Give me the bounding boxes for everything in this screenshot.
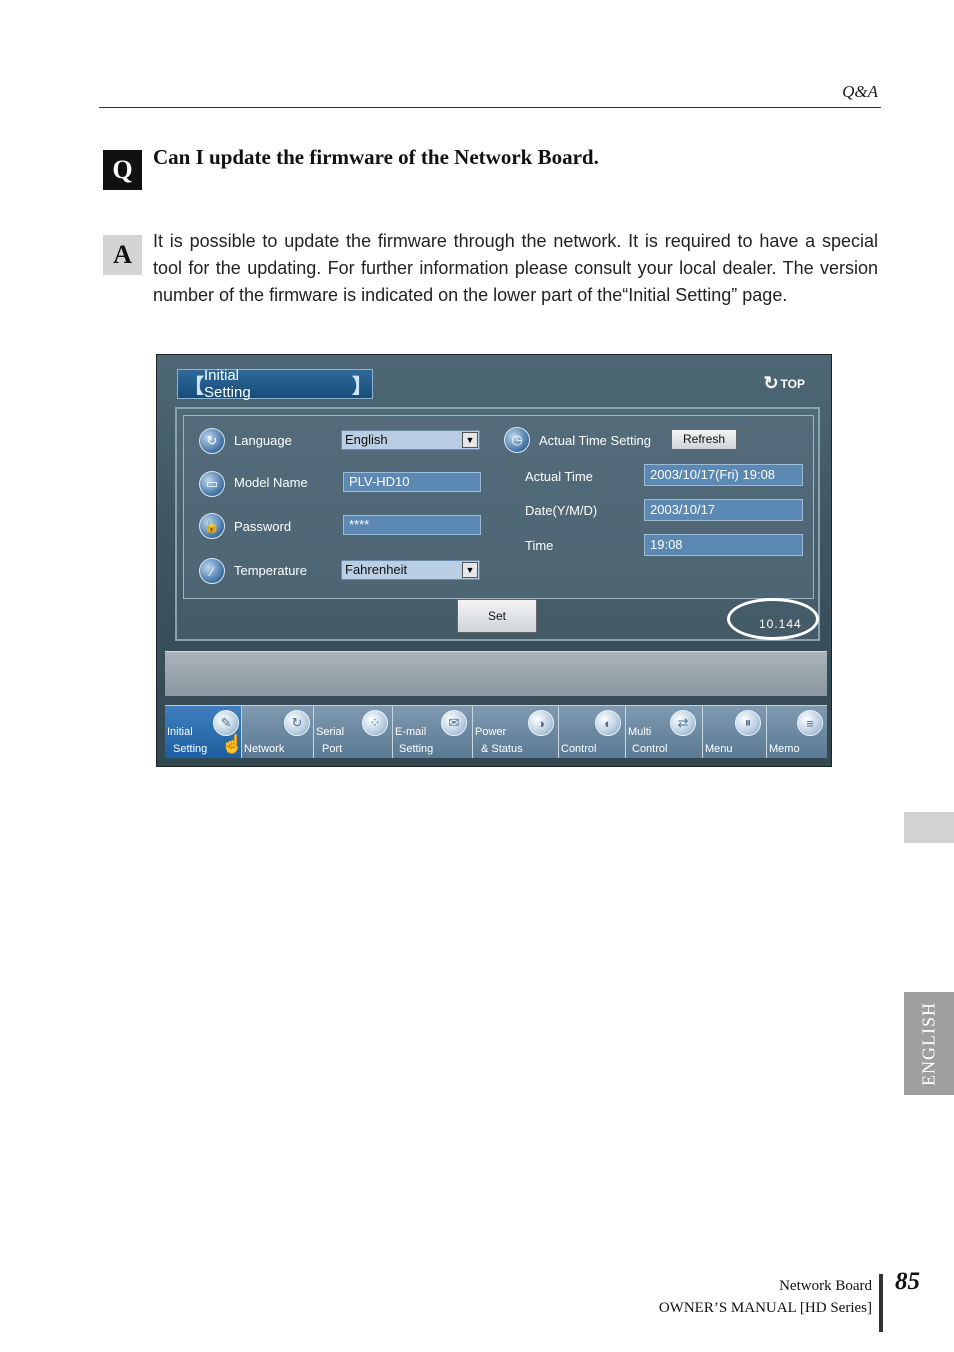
set-button[interactable]: Set — [457, 599, 537, 633]
nav-initial-setting[interactable]: ✎ Initial Setting ☝ — [165, 706, 244, 758]
time-input[interactable]: 19:08 — [644, 534, 803, 556]
thermometer-icon: ∕ — [199, 558, 225, 584]
serial-port-icon: ⁘ — [362, 710, 388, 736]
projector-icon: ▭ — [199, 471, 225, 497]
top-link[interactable]: ↻ TOP — [763, 373, 805, 394]
page-number: 85 — [895, 1268, 920, 1295]
nav-network[interactable]: ↻ Network — [242, 706, 314, 758]
answer-text: It is possible to update the firmware th… — [153, 231, 878, 306]
question-badge: Q — [103, 150, 142, 190]
model-name-label: Model Name — [234, 475, 308, 490]
question-heading: Can I update the firmware of the Network… — [153, 145, 599, 169]
actual-time-value: 2003/10/17(Fri) 19:08 — [644, 464, 803, 486]
page-title-tab: 【 Initial Setting 】 — [177, 367, 373, 401]
menu-icon: ⏸ — [735, 710, 761, 736]
refresh-button[interactable]: Refresh — [671, 429, 737, 450]
password-label: Password — [234, 519, 292, 534]
nav-multi-control[interactable]: ⇄ Multi Control — [626, 706, 703, 758]
control-icon: ◐ — [595, 710, 621, 736]
footer-product: Network Board — [779, 1278, 872, 1294]
clock-icon: ◷ — [504, 427, 530, 453]
language-icon: ↻ — [199, 428, 225, 454]
temperature-select[interactable]: Fahrenheit ▼ — [341, 560, 480, 580]
actual-time-setting-label: Actual Time Setting — [539, 433, 651, 448]
language-label: Language — [234, 433, 292, 448]
firmware-version: 10.144 — [759, 617, 802, 631]
refresh-arrow-icon: ↻ — [763, 373, 779, 393]
bottom-nav: ✎ Initial Setting ☝ ↻ Network ⁘ Serial P… — [165, 705, 827, 758]
multi-control-icon: ⇄ — [670, 710, 696, 736]
pen-icon: ✎ — [213, 710, 239, 736]
password-input[interactable]: **** — [343, 515, 481, 535]
nav-menu[interactable]: ⏸ Menu — [703, 706, 767, 758]
nav-control[interactable]: ◐ Control — [559, 706, 626, 758]
footer-manual: OWNER’S MANUAL [HD Series] — [658, 1300, 872, 1316]
footer-divider — [879, 1274, 883, 1332]
date-input[interactable]: 2003/10/17 — [644, 499, 803, 521]
nav-memo[interactable]: ≡ Memo — [767, 706, 827, 758]
power-icon: ◑ — [528, 710, 554, 736]
initial-setting-screenshot: 【 Initial Setting 】 ↻ TOP ↻ Language Eng… — [156, 354, 832, 767]
nav-serial-port[interactable]: ⁘ Serial Port — [314, 706, 393, 758]
mail-icon: ✉ — [441, 710, 467, 736]
actual-time-label: Actual Time — [525, 469, 593, 484]
nav-email-setting[interactable]: ✉ E-mail Setting — [393, 706, 473, 758]
status-strip — [165, 651, 827, 696]
hand-cursor-icon: ☝ — [221, 734, 244, 754]
chevron-down-icon: ▼ — [462, 432, 478, 448]
side-tab-marker — [904, 812, 954, 843]
language-select[interactable]: English ▼ — [341, 430, 480, 450]
temperature-label: Temperature — [234, 563, 307, 578]
answer-badge: A — [103, 235, 142, 275]
language-side-tab: ENGLISH — [904, 992, 954, 1095]
page-title: Initial Setting — [204, 367, 251, 401]
nav-power-status[interactable]: ◑ Power & Status — [473, 706, 559, 758]
settings-panel: ↻ Language English ▼ ▭ Model Name PLV-HD… — [175, 407, 820, 641]
settings-form: ↻ Language English ▼ ▭ Model Name PLV-HD… — [183, 415, 814, 599]
header-rule — [99, 107, 881, 108]
lock-icon: 🔒 — [199, 513, 225, 539]
memo-icon: ≡ — [797, 710, 823, 736]
refresh-icon: ↻ — [284, 710, 310, 736]
section-label: Q&A — [842, 82, 878, 101]
chevron-down-icon: ▼ — [462, 562, 478, 578]
date-label: Date(Y/M/D) — [525, 503, 598, 518]
model-name-value: PLV-HD10 — [343, 472, 481, 492]
time-label: Time — [525, 538, 554, 553]
